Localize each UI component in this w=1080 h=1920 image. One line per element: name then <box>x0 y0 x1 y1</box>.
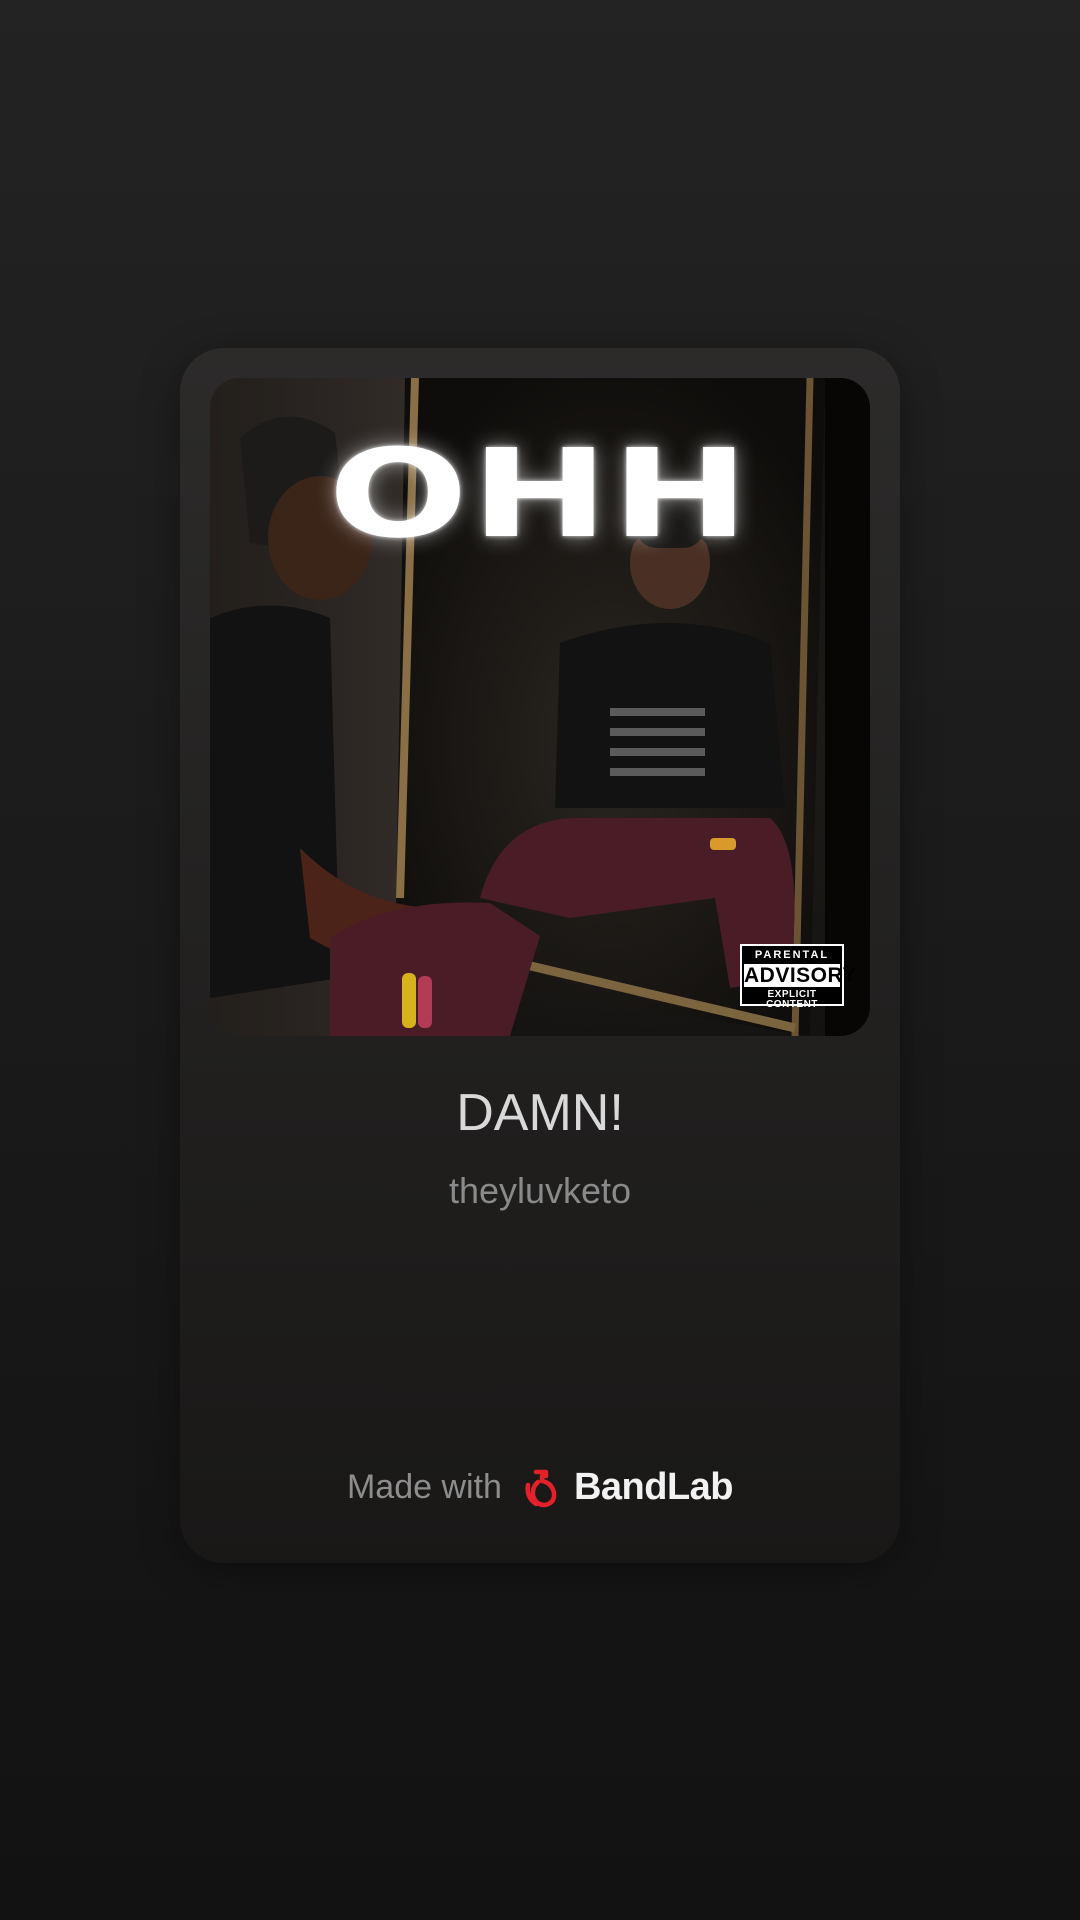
made-with-bandlab[interactable]: Made with BandLab <box>180 1466 900 1509</box>
artist-name[interactable]: theyluvketo <box>180 1170 900 1212</box>
share-card: OHH PARENTAL ADVISORY EXPLICIT CONTENT D… <box>180 348 900 1563</box>
advisory-line2: ADVISORY <box>744 964 857 987</box>
advisory-line1: PARENTAL <box>754 949 830 961</box>
track-title: DAMN! <box>456 1084 624 1142</box>
bandlab-logo-icon <box>525 1469 557 1507</box>
cover-title-text: OHH <box>328 423 752 565</box>
advisory-line3: EXPLICIT CONTENT <box>766 989 818 1010</box>
made-with-label: Made with <box>346 1468 502 1506</box>
album-cover[interactable]: OHH PARENTAL ADVISORY EXPLICIT CONTENT <box>210 378 870 1036</box>
parental-advisory-label: PARENTAL ADVISORY EXPLICIT CONTENT <box>740 944 857 1010</box>
bandlab-brand-name: BandLab <box>573 1466 734 1508</box>
